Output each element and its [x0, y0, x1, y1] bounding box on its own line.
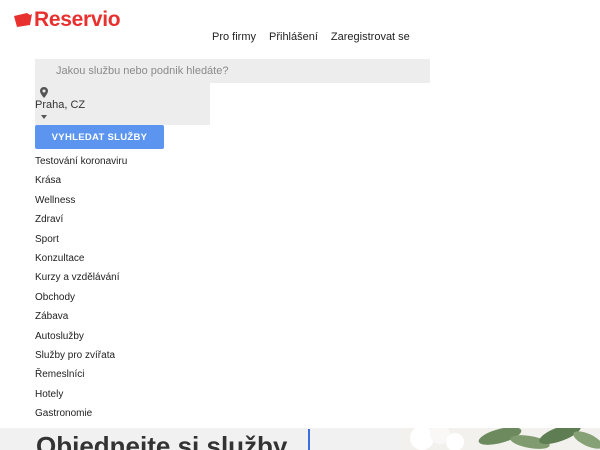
search-services-button[interactable]: VYHLEDAT SLUŽBY	[35, 125, 164, 149]
top-nav: Pro firmy Přihlášení Zaregistrovat se	[212, 31, 410, 43]
logo-mark-icon	[14, 13, 32, 27]
category-konzultace[interactable]: Konzultace	[35, 249, 127, 268]
category-autosluzby[interactable]: Autoslužby	[35, 327, 127, 346]
category-sluzby-pro-zvirata[interactable]: Služby pro zvířata	[35, 346, 127, 365]
location-value: Praha, CZ	[35, 99, 86, 111]
category-hotely[interactable]: Hotely	[35, 385, 127, 404]
brand-name: Reservio	[34, 8, 121, 31]
category-zdravi[interactable]: Zdraví	[35, 210, 127, 229]
nav-register-link[interactable]: Zaregistrovat se	[331, 31, 410, 43]
category-list: Testování koronaviru Krása Wellness Zdra…	[35, 152, 127, 423]
category-wellness[interactable]: Wellness	[35, 191, 127, 210]
search-input[interactable]	[35, 59, 430, 83]
category-obchody[interactable]: Obchody	[35, 288, 127, 307]
hero-banner: Objednejte si služby	[0, 428, 600, 450]
hero-plant-image	[400, 428, 600, 450]
nav-pro-firmy-link[interactable]: Pro firmy	[212, 31, 256, 43]
location-select[interactable]: Praha, CZ	[35, 83, 210, 125]
category-zabava[interactable]: Zábava	[35, 307, 127, 326]
hero-title: Objednejte si služby	[36, 431, 288, 450]
text-cursor	[308, 429, 310, 450]
category-krasa[interactable]: Krása	[35, 171, 127, 190]
nav-login-link[interactable]: Přihlášení	[269, 31, 318, 43]
chevron-down-icon	[41, 115, 47, 119]
category-gastronomie[interactable]: Gastronomie	[35, 404, 127, 423]
reservio-logo[interactable]: Reservio	[14, 8, 121, 32]
category-sport[interactable]: Sport	[35, 230, 127, 249]
map-pin-icon	[40, 87, 48, 98]
category-remeslnici[interactable]: Řemeslníci	[35, 365, 127, 384]
category-testovani-koronaviru[interactable]: Testování koronaviru	[35, 152, 127, 171]
category-kurzy[interactable]: Kurzy a vzdělávání	[35, 268, 127, 287]
